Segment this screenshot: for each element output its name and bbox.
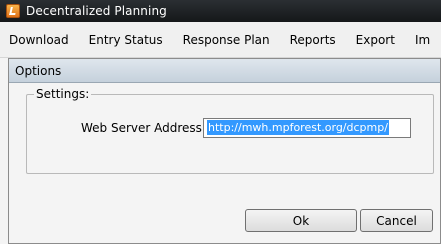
dialog-title: Options bbox=[15, 63, 62, 78]
cancel-button[interactable]: Cancel bbox=[360, 209, 433, 232]
options-dialog: Options Settings: Web Server Address: ht… bbox=[8, 58, 441, 244]
dialog-titlebar[interactable]: Options bbox=[9, 59, 440, 83]
menu-export[interactable]: Export bbox=[356, 33, 395, 47]
menubar: Download Entry Status Response Plan Repo… bbox=[0, 22, 441, 58]
menu-download[interactable]: Download bbox=[9, 33, 69, 47]
app-titlebar: Decentralized Planning bbox=[0, 0, 441, 22]
web-server-address-label: Web Server Address: bbox=[81, 121, 206, 135]
app-title: Decentralized Planning bbox=[26, 4, 167, 18]
menu-import-truncated[interactable]: Im bbox=[415, 33, 430, 47]
web-server-address-input[interactable]: http://mwh.mpforest.org/dcpmp/ bbox=[203, 118, 411, 138]
web-server-address-value: http://mwh.mpforest.org/dcpmp/ bbox=[207, 120, 389, 135]
ok-button[interactable]: Ok bbox=[245, 209, 357, 232]
settings-legend: Settings: bbox=[34, 87, 92, 101]
menu-entry-status[interactable]: Entry Status bbox=[89, 33, 163, 47]
settings-group: Settings: Web Server Address: http://mwh… bbox=[26, 87, 434, 174]
app-logo-icon bbox=[6, 4, 20, 18]
menu-response-plan[interactable]: Response Plan bbox=[183, 33, 270, 47]
menu-reports[interactable]: Reports bbox=[290, 33, 336, 47]
